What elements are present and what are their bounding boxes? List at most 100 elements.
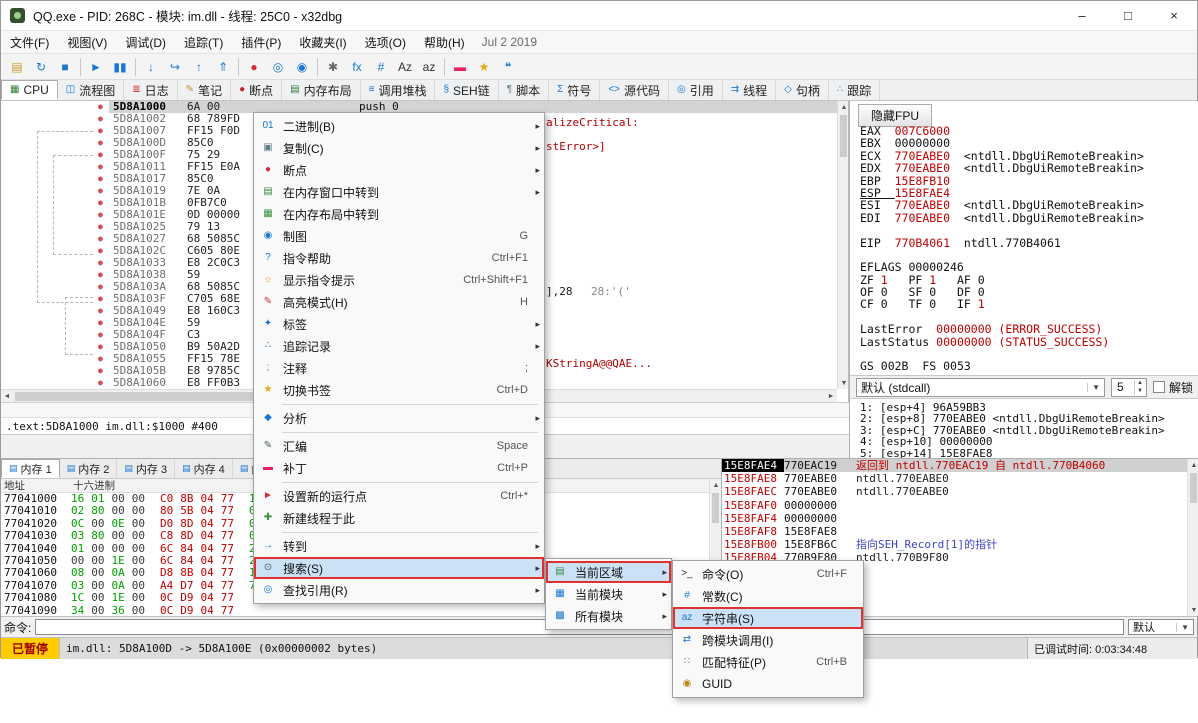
- region-submenu-item[interactable]: az字符串(S): [673, 607, 863, 629]
- scroll-up-icon[interactable]: ▲: [838, 101, 849, 113]
- region-submenu-item[interactable]: ∷匹配特征(P)Ctrl+B: [673, 651, 863, 673]
- tab-symbols[interactable]: Σ符号: [549, 80, 600, 100]
- context-menu-item[interactable]: ●断点▸: [254, 159, 544, 181]
- register-line[interactable]: EDI 770EABE0 <ntdll.DbgUiRemoteBreakin>: [860, 212, 1197, 224]
- tab-log[interactable]: ≣日志: [124, 80, 177, 100]
- chat-button[interactable]: ❝: [496, 56, 520, 78]
- tab-seh[interactable]: §SEH链: [435, 80, 498, 100]
- settings-gear-button[interactable]: ✱: [321, 56, 345, 78]
- register-line[interactable]: LastStatus 00000000 (STATUS_SUCCESS): [860, 336, 1197, 348]
- scroll-up-icon[interactable]: ▲: [710, 479, 721, 491]
- scroll-up-icon[interactable]: ▲: [1188, 459, 1198, 471]
- scroll-down-icon[interactable]: ▼: [838, 377, 849, 389]
- context-menu-item[interactable]: →转到▸: [254, 535, 544, 557]
- context-menu-item[interactable]: ★切换书签Ctrl+D: [254, 379, 544, 401]
- scrollbar-thumb[interactable]: [712, 493, 719, 523]
- context-menu-item[interactable]: ✎高亮模式(H)H: [254, 291, 544, 313]
- tab-threads[interactable]: ⇉线程: [723, 80, 776, 100]
- context-menu-item[interactable]: ►设置新的运行点Ctrl+*: [254, 485, 544, 507]
- breakpoint-button[interactable]: ●: [242, 56, 266, 78]
- tab-graph[interactable]: ◫流程图: [58, 80, 124, 100]
- run-button[interactable]: ►: [84, 56, 108, 78]
- scroll-right-icon[interactable]: ►: [825, 390, 837, 402]
- dump-tab-memory-1[interactable]: ▤内存 1: [1, 459, 60, 478]
- register-line[interactable]: CF 0 TF 0 IF 1: [860, 298, 1197, 310]
- scroll-left-icon[interactable]: ◄: [1, 390, 13, 402]
- menubar-item[interactable]: 视图(V): [58, 31, 116, 54]
- tab-breakpoints[interactable]: ●断点: [231, 80, 282, 100]
- tab-memory-map[interactable]: ▤内存布局: [282, 80, 360, 100]
- register-line[interactable]: EIP 770B4061 ntdll.770B4061: [860, 237, 1197, 249]
- context-menu-item[interactable]: ◎查找引用(R)▸: [254, 579, 544, 601]
- registers-pane[interactable]: 隐藏FPU EAX 007C6000EBX 00000000ECX 770EAB…: [849, 101, 1198, 458]
- dump-tab-memory-2[interactable]: ▤内存 2: [60, 459, 118, 478]
- context-menu-item[interactable]: ▦在内存布局中转到: [254, 203, 544, 225]
- stack-row[interactable]: 15E8FAF000000000: [722, 499, 1198, 512]
- tab-handles[interactable]: ◇句柄: [776, 80, 829, 100]
- open-file-button[interactable]: ▤: [5, 56, 29, 78]
- context-menu-item[interactable]: ▤在内存窗口中转到▸: [254, 181, 544, 203]
- scrollbar-thumb[interactable]: [840, 115, 847, 157]
- menubar-item[interactable]: 收藏夹(I): [290, 31, 355, 54]
- region-submenu-item[interactable]: ◉GUID: [673, 673, 863, 695]
- dump-tab-memory-3[interactable]: ▤内存 3: [117, 459, 175, 478]
- context-menu-item[interactable]: ▬补丁Ctrl+P: [254, 457, 544, 479]
- restart-button[interactable]: ↻: [29, 56, 53, 78]
- trace-over-button[interactable]: ◉: [290, 56, 314, 78]
- command-profile-select[interactable]: 默认 ▼: [1128, 619, 1194, 635]
- step-into-button[interactable]: ↓: [139, 56, 163, 78]
- argument-row[interactable]: 4: [esp+10] 00000000: [860, 436, 1197, 447]
- uppercase-button[interactable]: Az: [393, 56, 417, 78]
- context-menu-item[interactable]: ◉制图G: [254, 225, 544, 247]
- tab-notes[interactable]: ✎笔记: [178, 80, 231, 100]
- hash-button[interactable]: #: [369, 56, 393, 78]
- context-menu-item[interactable]: ◆分析▸: [254, 407, 544, 429]
- menubar-item[interactable]: 选项(O): [356, 31, 415, 54]
- trace-into-button[interactable]: ◎: [266, 56, 290, 78]
- stack-row[interactable]: 15E8FAE8770EABE0ntdll.770EABE0: [722, 472, 1198, 485]
- context-menu-item[interactable]: ⊙搜索(S)▸: [254, 557, 544, 579]
- context-menu-item[interactable]: 01二进制(B)▸: [254, 115, 544, 137]
- tab-trace[interactable]: ∴跟踪: [829, 80, 880, 100]
- stepper-arrows-icon[interactable]: ▲▼: [1134, 380, 1145, 395]
- search-submenu-item[interactable]: ▤当前区域▸: [546, 561, 671, 583]
- scroll-down-icon[interactable]: ▼: [1188, 604, 1198, 616]
- context-menu-item[interactable]: ☼显示指令提示Ctrl+Shift+F1: [254, 269, 544, 291]
- patch-button[interactable]: ▬: [448, 56, 472, 78]
- search-submenu-item[interactable]: ▦当前模块▸: [546, 583, 671, 605]
- stack-vertical-scrollbar[interactable]: ▲ ▼: [1187, 459, 1198, 616]
- context-menu-item[interactable]: ∴追踪记录▸: [254, 335, 544, 357]
- menubar-item[interactable]: 插件(P): [232, 31, 290, 54]
- context-menu-item[interactable]: ✎汇编Space: [254, 435, 544, 457]
- calling-convention-select[interactable]: 默认 (stdcall) ▼: [856, 378, 1105, 397]
- step-over-button[interactable]: ↪: [163, 56, 187, 78]
- tab-call-stack[interactable]: ≡调用堆栈: [361, 80, 436, 100]
- stack-row[interactable]: 15E8FAF400000000: [722, 512, 1198, 525]
- argument-count-stepper[interactable]: 5 ▲▼: [1111, 378, 1147, 397]
- favourites-button[interactable]: ★: [472, 56, 496, 78]
- stack-row[interactable]: 15E8FAF815E8FAE8: [722, 525, 1198, 538]
- minimize-button[interactable]: –: [1059, 1, 1105, 30]
- tab-cpu[interactable]: ▦CPU: [1, 80, 58, 100]
- step-out-button[interactable]: ↑: [187, 56, 211, 78]
- fx-button[interactable]: fx: [345, 56, 369, 78]
- context-menu-item[interactable]: ✦标签▸: [254, 313, 544, 335]
- tab-script[interactable]: ¶脚本: [499, 80, 549, 100]
- pause-button[interactable]: ▮▮: [108, 56, 132, 78]
- context-menu-item[interactable]: ?指令帮助Ctrl+F1: [254, 247, 544, 269]
- menubar-item[interactable]: 追踪(T): [175, 31, 232, 54]
- run-to-return-button[interactable]: ⇑: [211, 56, 235, 78]
- stack-row[interactable]: 15E8FAE4770EAC19返回到 ntdll.770EAC19 自 ntd…: [722, 459, 1198, 472]
- tab-source[interactable]: <>源代码: [600, 80, 669, 100]
- menubar-item[interactable]: 调试(D): [116, 31, 175, 54]
- dump-tab-memory-4[interactable]: ▤内存 4: [175, 459, 233, 478]
- maximize-button[interactable]: □: [1105, 1, 1151, 30]
- stop-button[interactable]: ■: [53, 56, 77, 78]
- tab-references[interactable]: ◎引用: [669, 80, 723, 100]
- register-line[interactable]: GS 002B FS 0053: [860, 360, 1197, 372]
- region-submenu-item[interactable]: >_命令(O)Ctrl+F: [673, 563, 863, 585]
- unlock-checkbox[interactable]: 解锁: [1153, 379, 1193, 396]
- stack-row[interactable]: 15E8FB0015E8FB6C指向SEH_Record[1]的指针: [722, 538, 1198, 551]
- menubar-item[interactable]: 文件(F): [1, 31, 58, 54]
- menubar-item[interactable]: 帮助(H): [415, 31, 474, 54]
